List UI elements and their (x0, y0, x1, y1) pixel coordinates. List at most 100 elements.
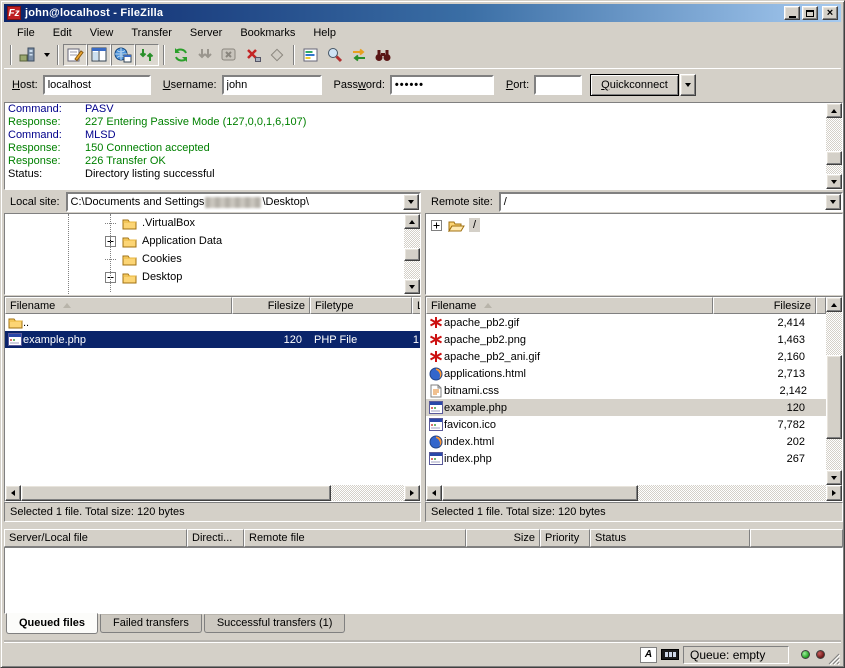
remote-site-dropdown-button[interactable] (825, 194, 841, 210)
remote-list-vscrollbar[interactable] (826, 297, 842, 485)
log-line: Command:MLSD (5, 129, 842, 142)
local-tree-scrollbar[interactable] (404, 214, 420, 294)
column-header-filename[interactable]: Filename (426, 297, 713, 314)
maximize-button[interactable] (802, 6, 818, 20)
file-row[interactable]: apache_pb2.png 1,463 (426, 331, 826, 348)
toggle-local-tree-button[interactable] (87, 44, 111, 66)
column-header-direction[interactable]: Directi... (187, 529, 244, 547)
scroll-right-button[interactable] (826, 485, 842, 501)
scroll-right-button[interactable] (404, 485, 420, 501)
toggle-remote-tree-button[interactable] (111, 44, 135, 66)
scroll-left-button[interactable] (426, 485, 442, 501)
site-manager-button[interactable] (16, 44, 40, 66)
remote-pane-status: Selected 1 file. Total size: 120 bytes (425, 502, 843, 522)
menu-server[interactable]: Server (181, 25, 231, 41)
tab-failed-transfers[interactable]: Failed transfers (100, 614, 202, 633)
transfer-type-icon[interactable]: A (640, 647, 657, 663)
log-line: Response:150 Connection accepted (5, 142, 842, 155)
menu-edit[interactable]: Edit (44, 25, 81, 41)
scroll-down-button[interactable] (404, 279, 420, 294)
activity-led-green (801, 650, 810, 659)
file-row[interactable]: favicon.ico 7,782 (426, 416, 826, 433)
scroll-thumb[interactable] (826, 151, 842, 165)
column-header-filesize[interactable]: Filesize (713, 297, 816, 314)
local-site-combo[interactable]: C:\Documents and Settings\Desktop\ (66, 192, 421, 212)
local-site-dropdown-button[interactable] (403, 194, 419, 210)
quickconnect-dropdown-button[interactable] (680, 74, 696, 96)
column-header-filesize[interactable]: Filesize (232, 297, 310, 314)
column-header-lastmodified[interactable]: L (412, 297, 421, 314)
close-button[interactable]: × (822, 6, 838, 20)
log-scrollbar[interactable] (826, 103, 842, 189)
menu-bookmarks[interactable]: Bookmarks (231, 25, 304, 41)
remote-pane: Remote site: / / (425, 192, 843, 295)
file-row[interactable]: apache_pb2_ani.gif 2,160 (426, 348, 826, 365)
quickconnect-button[interactable]: Quickconnect (590, 74, 679, 96)
file-row-parent-dir[interactable]: .. (5, 314, 420, 331)
process-queue-button-disabled[interactable] (193, 44, 217, 66)
reconnect-button-disabled[interactable] (265, 44, 289, 66)
cancel-button-disabled[interactable] (217, 44, 241, 66)
queue-tabs: Queued files Failed transfers Successful… (6, 614, 345, 638)
synchronized-browsing-button[interactable] (347, 44, 371, 66)
remote-site-combo[interactable]: / (499, 192, 843, 212)
scroll-down-button[interactable] (826, 174, 842, 189)
scroll-down-button[interactable] (826, 470, 842, 485)
local-list-hscrollbar[interactable] (5, 485, 420, 501)
file-row[interactable]: bitnami.css 2,142 (426, 382, 826, 399)
minimize-button[interactable] (784, 6, 800, 20)
column-header-size[interactable]: Size (466, 529, 540, 547)
scroll-thumb[interactable] (404, 248, 420, 261)
queue-body[interactable] (4, 547, 843, 614)
scroll-thumb[interactable] (826, 355, 842, 439)
file-row[interactable]: applications.html 2,713 (426, 365, 826, 382)
scroll-up-button[interactable] (404, 214, 420, 229)
column-header-remote-file[interactable]: Remote file (244, 529, 466, 547)
file-row-example-php[interactable]: example.php 120 PHP File 1 (5, 331, 420, 348)
queue-status: Queue: empty (683, 646, 789, 664)
disconnect-button[interactable] (241, 44, 265, 66)
css-file-icon (430, 384, 442, 398)
menu-file[interactable]: File (8, 25, 44, 41)
toggle-transfer-queue-button[interactable] (135, 44, 159, 66)
scroll-left-button[interactable] (5, 485, 21, 501)
menu-view[interactable]: View (81, 25, 123, 41)
column-header-priority[interactable]: Priority (540, 529, 590, 547)
column-header-filetype[interactable]: Filetype (310, 297, 412, 314)
expand-plus-icon[interactable] (431, 220, 442, 231)
sort-ascending-icon (484, 303, 492, 308)
scroll-thumb[interactable] (21, 485, 331, 501)
menu-transfer[interactable]: Transfer (122, 25, 181, 41)
toggle-message-log-button[interactable] (63, 44, 87, 66)
menu-help[interactable]: Help (304, 25, 345, 41)
tab-queued-files[interactable]: Queued files (6, 613, 98, 634)
scroll-up-button[interactable] (826, 297, 842, 312)
remote-tree-root[interactable]: / (469, 218, 480, 232)
html-file-icon (429, 435, 443, 449)
speed-limits-icon[interactable] (661, 649, 679, 660)
column-header-status[interactable]: Status (590, 529, 750, 547)
file-row[interactable]: apache_pb2.gif 2,414 (426, 314, 826, 331)
file-row-selected[interactable]: example.php 120 (426, 399, 826, 416)
refresh-button[interactable] (169, 44, 193, 66)
scroll-up-button[interactable] (826, 103, 842, 118)
resize-grip[interactable] (827, 652, 840, 665)
file-row[interactable]: index.html 202 (426, 433, 826, 450)
magnifier-icon (326, 46, 344, 64)
scroll-thumb[interactable] (442, 485, 638, 501)
remote-list-hscrollbar[interactable] (426, 485, 842, 501)
directory-comparison-button[interactable] (323, 44, 347, 66)
column-header-server-local-file[interactable]: Server/Local file (4, 529, 187, 547)
column-header-filename[interactable]: Filename (5, 297, 232, 314)
tab-successful-transfers[interactable]: Successful transfers (1) (204, 614, 346, 633)
find-files-button[interactable] (371, 44, 395, 66)
file-row[interactable]: index.php 267 (426, 450, 826, 467)
port-input[interactable] (534, 75, 582, 95)
window-title: john@localhost - FileZilla (25, 7, 782, 19)
directory-listing-filters-button[interactable] (299, 44, 323, 66)
username-input[interactable] (222, 75, 322, 95)
local-site-label: Local site: (4, 196, 66, 208)
password-input[interactable] (390, 75, 494, 95)
host-input[interactable] (43, 75, 151, 95)
site-manager-dropdown-button[interactable] (40, 44, 53, 66)
